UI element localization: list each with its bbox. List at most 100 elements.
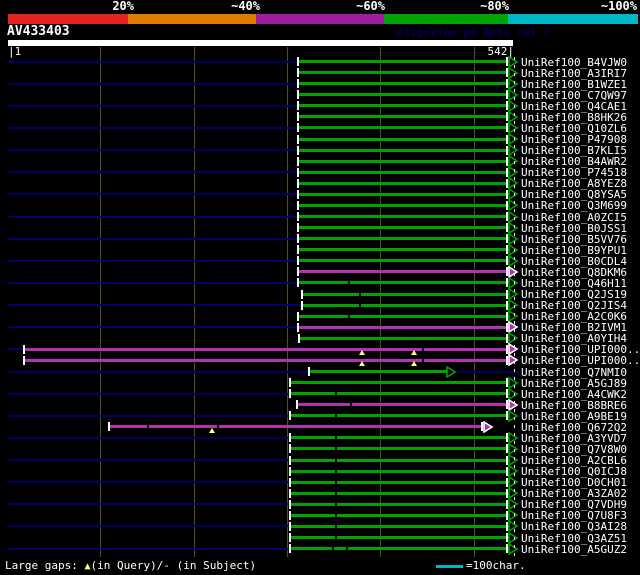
subject-label[interactable]: UniRef100_Q3M699 xyxy=(521,200,627,211)
alignment-bar[interactable] xyxy=(299,104,513,107)
subject-label[interactable]: UniRef100_Q3AZ51 xyxy=(521,533,627,544)
subject-label[interactable]: UniRef100_B4VJW0 xyxy=(521,57,627,68)
subject-label[interactable]: UniRef100_Q3AI28 xyxy=(521,521,627,532)
alignment-bar[interactable] xyxy=(299,93,513,96)
alignment-bar[interactable] xyxy=(25,348,513,351)
subject-label[interactable]: UniRef100_A5GJ89 xyxy=(521,378,627,389)
alignment-bar[interactable] xyxy=(299,237,513,240)
subject-label[interactable]: UniRef100_B1WZE1 xyxy=(521,79,627,90)
query-id-title: AV433403 xyxy=(7,25,70,38)
alignment-bar[interactable] xyxy=(300,337,513,340)
query-sequence-bar xyxy=(8,40,513,46)
subject-label[interactable]: UniRef100_A0ZCI5 xyxy=(521,212,627,223)
subject-label[interactable]: UniRef100_A4CWK2 xyxy=(521,389,627,400)
alignment-bar[interactable] xyxy=(299,149,513,152)
alignment-bar[interactable] xyxy=(299,226,513,229)
alignment-bar[interactable] xyxy=(299,60,513,63)
alignment-bar[interactable] xyxy=(25,359,513,362)
alignment-bar[interactable] xyxy=(299,259,513,262)
alignment-start-tick xyxy=(289,533,291,542)
alignment-start-tick xyxy=(297,267,299,276)
alignment-start-tick xyxy=(289,378,291,387)
alignment-start-tick xyxy=(297,190,299,199)
alignment-start-tick xyxy=(301,290,303,299)
subject-gap-tick xyxy=(335,481,337,484)
alignment-bar[interactable] xyxy=(299,126,513,129)
alignment-start-tick xyxy=(289,544,291,553)
alignment-start-tick xyxy=(297,146,299,155)
alignment-start-tick xyxy=(289,478,291,487)
alignment-bar[interactable] xyxy=(299,215,513,218)
alignment-bar[interactable] xyxy=(299,315,513,318)
alignment-start-tick xyxy=(23,345,25,354)
subject-label[interactable]: UniRef100_A5GUZ2 xyxy=(521,544,627,555)
subject-label[interactable]: UniRef100_B0JSS1 xyxy=(521,223,627,234)
alignment-bar[interactable] xyxy=(299,71,513,74)
subject-label[interactable]: UniRef100_A3IRI7 xyxy=(521,68,627,79)
subject-gap-tick xyxy=(348,281,350,284)
alignment-bar[interactable] xyxy=(299,248,513,251)
alignment-start-tick xyxy=(297,90,299,99)
alignment-bar[interactable] xyxy=(291,481,513,484)
alignment-bar[interactable] xyxy=(299,115,513,118)
alignment-bar[interactable] xyxy=(291,514,513,517)
subject-gap-tick xyxy=(359,293,361,296)
alignment-bar[interactable] xyxy=(291,414,513,417)
alignment-bar[interactable] xyxy=(299,204,513,207)
alignment-bar[interactable] xyxy=(299,270,513,273)
subject-continues-arrow-icon xyxy=(483,421,494,433)
query-end-dashed-line xyxy=(514,57,515,557)
subject-label[interactable]: UniRef100_UPI000.. xyxy=(521,355,640,366)
subject-gap-tick xyxy=(335,536,337,539)
alignment-bar[interactable] xyxy=(291,459,513,462)
alignment-bar[interactable] xyxy=(291,470,513,473)
alignment-bar[interactable] xyxy=(299,160,513,163)
alignment-bar[interactable] xyxy=(291,492,513,495)
alignment-start-tick xyxy=(308,367,310,376)
alignment-start-tick xyxy=(289,489,291,498)
alignment-bar[interactable] xyxy=(291,447,513,450)
alignment-bar[interactable] xyxy=(110,425,488,428)
alignment-start-tick xyxy=(297,201,299,210)
subject-gap-tick xyxy=(335,470,337,473)
subject-label[interactable]: UniRef100_Q7NMI0 xyxy=(521,367,627,378)
alignment-start-tick xyxy=(297,123,299,132)
scale-label-40: ~40% xyxy=(231,0,260,13)
subject-gap-tick xyxy=(335,503,337,506)
alignment-bar[interactable] xyxy=(299,82,513,85)
alignment-bar[interactable] xyxy=(299,193,513,196)
alignment-bar[interactable] xyxy=(299,182,513,185)
scale-label-100: ~100% xyxy=(601,0,637,13)
scale-segment-cyan xyxy=(508,14,638,24)
alignment-bar[interactable] xyxy=(291,503,513,506)
alignment-bar[interactable] xyxy=(299,138,513,141)
alignment-bar[interactable] xyxy=(299,326,513,329)
subject-gap-tick xyxy=(335,514,337,517)
alignment-start-tick xyxy=(297,57,299,66)
alignment-start-tick xyxy=(297,312,299,321)
subject-label[interactable]: UniRef100_B5VV76 xyxy=(521,234,627,245)
subject-continues-arrow-icon xyxy=(446,366,457,378)
alignment-start-tick xyxy=(297,323,299,332)
alignment-bar[interactable] xyxy=(291,436,513,439)
large-gaps-suffix: (in Query)/- (in Subject) xyxy=(91,559,257,572)
alignment-bar[interactable] xyxy=(291,547,513,550)
alignment-bar[interactable] xyxy=(291,392,513,395)
alignment-bar[interactable] xyxy=(298,403,513,406)
alignment-start-tick xyxy=(297,112,299,121)
alignment-bar[interactable] xyxy=(291,525,513,528)
alignment-bar[interactable] xyxy=(303,304,513,307)
alignment-start-tick xyxy=(298,334,300,343)
alignment-bar[interactable] xyxy=(303,293,513,296)
alignment-bar[interactable] xyxy=(299,171,513,174)
query-gap-triangle-icon xyxy=(209,428,215,433)
alignment-bar[interactable] xyxy=(291,381,513,384)
alignment-bar[interactable] xyxy=(310,370,450,373)
scale-bar-label: =100char. xyxy=(466,559,526,573)
alignment-bar[interactable] xyxy=(299,281,513,284)
app-version-text: AlignView.pm Beta re1.7 xyxy=(397,27,549,39)
scale-label-60: ~60% xyxy=(356,0,385,13)
alignment-start-tick xyxy=(108,422,110,431)
scale-segment-red xyxy=(8,14,128,24)
alignment-bar[interactable] xyxy=(291,536,513,539)
